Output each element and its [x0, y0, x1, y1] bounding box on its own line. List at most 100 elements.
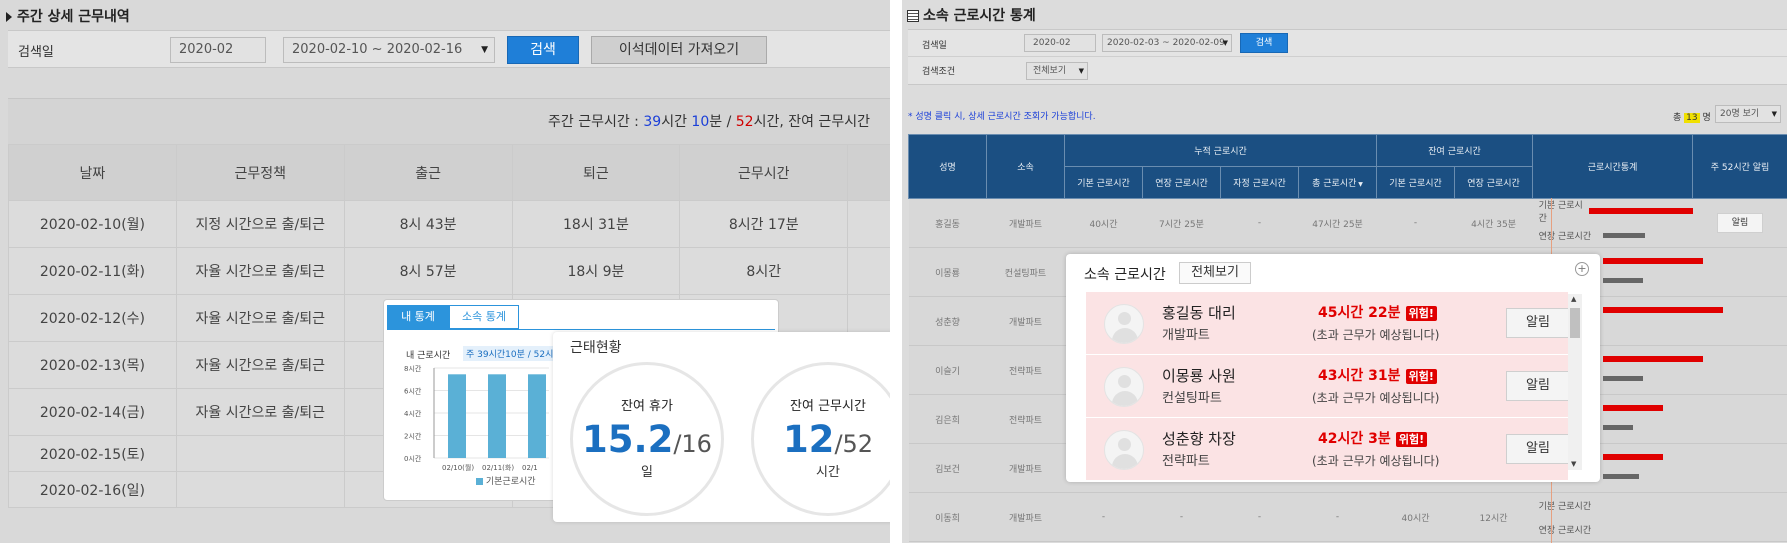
- cell-ext: 7시간 25분: [1142, 198, 1221, 248]
- cell-name[interactable]: 이몽룡: [908, 247, 987, 297]
- cell-rbasic: 40시간: [1376, 492, 1455, 542]
- dept-work-popup: 소속 근로시간 전체보기 + 홍길동 대리 개발파트 45시간 22분 위험! (초과…: [1066, 254, 1600, 482]
- dept-search-date-label: 검색일: [922, 41, 947, 51]
- col-header: [847, 144, 890, 201]
- stats-basic-label: 기본 근로시간: [1538, 501, 1592, 512]
- cell-name[interactable]: 김은희: [908, 394, 987, 444]
- tab-underline: [387, 329, 775, 330]
- person-work-time: 42시간 3분 위험!: [1318, 428, 1428, 448]
- cell-name[interactable]: 이슬기: [908, 345, 987, 395]
- cell-stats-chart: 기본 근로시간연장 근로시간: [1532, 492, 1693, 542]
- col-acc-self: 자정 근로시간: [1220, 166, 1299, 199]
- remaining-work-gauge: 잔여 근무시간 12/52 시간: [751, 362, 890, 516]
- popup-alert-button[interactable]: 알림: [1506, 308, 1570, 338]
- col-header: 퇴근: [511, 144, 681, 201]
- date-range-select[interactable]: 2020-02-10 ~ 2020-02-16 ▼: [283, 37, 495, 63]
- remaining-leave-label: 잔여 휴가: [621, 399, 673, 414]
- weekly-work-summary: 주간 근무시간 : 39시간 10분 / 52시간, 잔여 근무시간: [548, 114, 870, 130]
- col-header: 근무시간: [679, 144, 849, 201]
- overtime-note: (초과 근무가 예상됩니다): [1312, 454, 1440, 468]
- table-cell: 2020-02-15(토): [8, 435, 177, 472]
- dept-date-range-select[interactable]: 2020-02-03 ~ 2020-02-09 ▼: [1102, 34, 1232, 52]
- col-52-alert: 주 52시간 알림: [1692, 134, 1787, 199]
- col-name: 성명: [908, 134, 987, 199]
- cell-ext: -: [1142, 492, 1221, 542]
- person-name[interactable]: 홍길동 대리: [1162, 302, 1236, 323]
- dept-search-button[interactable]: 검색: [1240, 33, 1288, 53]
- table-cell: 2020-02-14(금): [8, 388, 177, 436]
- scroll-up-icon[interactable]: ▲: [1571, 295, 1576, 303]
- panel-divider: [890, 0, 902, 543]
- popup-alert-button[interactable]: 알림: [1506, 371, 1570, 401]
- table-cell: 자율 시간으로 출/퇴근: [175, 341, 345, 389]
- basic-hours-bar: [1602, 454, 1663, 460]
- search-date-label: 검색일: [18, 45, 54, 60]
- basic-hours-bar: [1602, 307, 1723, 313]
- popup-scrollbar[interactable]: ▲ ▼: [1568, 294, 1582, 470]
- dept-stats-panel: 소속 근로시간 통계 검색일 2020-02 2020-02-03 ~ 2020…: [902, 0, 1787, 543]
- person-dept: 컨설팅파트: [1162, 391, 1222, 406]
- cell-dept: 개발파트: [986, 492, 1065, 542]
- weekly-detail-panel: 주간 상세 근무내역 검색일 2020-02 2020-02-10 ~ 2020…: [0, 0, 890, 543]
- person-time-value: 45시간 22분: [1318, 305, 1401, 321]
- popup-person-row: 이몽룡 사원 컨설팅파트 43시간 31분 위험! (초과 근무가 예상됩니다) 알림: [1086, 355, 1570, 417]
- dept-stats-title: 소속 근로시간 통계: [907, 5, 1036, 25]
- x-tick-label: 02/1: [522, 464, 538, 472]
- weekly-detail-title: 주간 상세 근무내역: [6, 6, 130, 26]
- close-icon[interactable]: +: [1575, 262, 1589, 276]
- stats-ext-row: 연장 근로시간: [1533, 517, 1693, 541]
- search-condition-label: 검색조건: [922, 67, 956, 77]
- cell-name[interactable]: 이동희: [908, 492, 987, 542]
- col-accumulated: 누적 근로시간: [1063, 134, 1378, 167]
- cell-name[interactable]: 성춘향: [908, 296, 987, 346]
- table-cell: 2020-02-13(목): [8, 341, 177, 389]
- weekly-search-bar: 검색일 2020-02 2020-02-10 ~ 2020-02-16 ▼ 검색…: [8, 30, 890, 68]
- table-cell: 2020-02-11(화): [8, 247, 177, 295]
- cell-52-alert: [1692, 296, 1787, 346]
- cell-52-alert: [1692, 443, 1787, 493]
- cell-52-alert: [1692, 345, 1787, 395]
- stats-ext-label: 연장 근로시간: [1538, 525, 1592, 536]
- scroll-down-icon[interactable]: ▼: [1571, 460, 1576, 468]
- search-button[interactable]: 검색: [507, 36, 579, 64]
- avatar-icon: [1104, 304, 1144, 344]
- import-away-data-button[interactable]: 이석데이터 가져오기: [591, 36, 767, 64]
- person-name[interactable]: 성춘향 차장: [1162, 428, 1236, 449]
- week-minutes: 10: [691, 114, 710, 130]
- table-cell: 8시간 17분: [679, 200, 849, 248]
- month-input[interactable]: 2020-02: [170, 37, 266, 63]
- mini-bar-chart: 8시간 6시간 4시간 2시간 0시간 02/10(월) 02/11(화) 02/1: [404, 364, 549, 472]
- basic-hours-bar: [1602, 356, 1703, 362]
- tab-my-stats[interactable]: 내 통계: [387, 305, 449, 329]
- name-click-notice: * 성명 클릭 시, 상세 근로시간 조회가 가능합니다.: [908, 112, 1096, 122]
- search-condition-select[interactable]: 전체보기 ▼: [1026, 62, 1088, 80]
- person-name[interactable]: 이몽룡 사원: [1162, 365, 1236, 386]
- table-cell: 2020-02-16(일): [8, 471, 177, 508]
- table-cell: 8시 57분: [343, 247, 513, 295]
- y-tick-label: 4시간: [404, 409, 422, 418]
- scrollbar-thumb[interactable]: [1570, 308, 1580, 338]
- mini-chart-legend: 기본근로시간: [476, 474, 536, 487]
- cell-name[interactable]: 홍길동: [908, 198, 987, 248]
- row-alert-button[interactable]: 알림: [1717, 213, 1764, 233]
- popup-alert-button[interactable]: 알림: [1506, 434, 1570, 464]
- overtime-note: (초과 근무가 예상됩니다): [1312, 328, 1440, 342]
- remaining-work-label: 잔여 근무시간: [790, 399, 866, 414]
- col-acc-total[interactable]: 총 근로시간 ▼: [1297, 166, 1378, 199]
- ext-hours-bar: [1602, 278, 1643, 283]
- cell-rbasic: -: [1376, 198, 1455, 248]
- col-stats: 근로시간통계: [1532, 134, 1694, 199]
- page-size-select[interactable]: 20명 보기 ▼: [1715, 105, 1781, 123]
- dept-month-input[interactable]: 2020-02: [1024, 34, 1096, 52]
- list-icon: [907, 10, 919, 22]
- table-header-row: 날짜 근무정책 출근 퇴근 근무시간: [8, 144, 890, 201]
- table-row: 2020-02-10(월) 지정 시간으로 출/퇴근 8시 43분 18시 31분 8시…: [8, 200, 890, 248]
- popup-view-all-button[interactable]: 전체보기: [1179, 262, 1251, 284]
- remaining-work-value: 12/52: [782, 418, 874, 461]
- table-row: 이동희 개발파트 - - - -40시간 12시간 기본 근로시간 연장 근로시간: [908, 492, 1787, 542]
- table-cell: 2020-02-10(월): [8, 200, 177, 248]
- cell-52-alert: [1692, 492, 1787, 542]
- cell-name[interactable]: 김보건: [908, 443, 987, 493]
- x-tick-label: 02/10(월): [442, 463, 474, 472]
- tab-dept-stats[interactable]: 소속 통계: [449, 305, 519, 329]
